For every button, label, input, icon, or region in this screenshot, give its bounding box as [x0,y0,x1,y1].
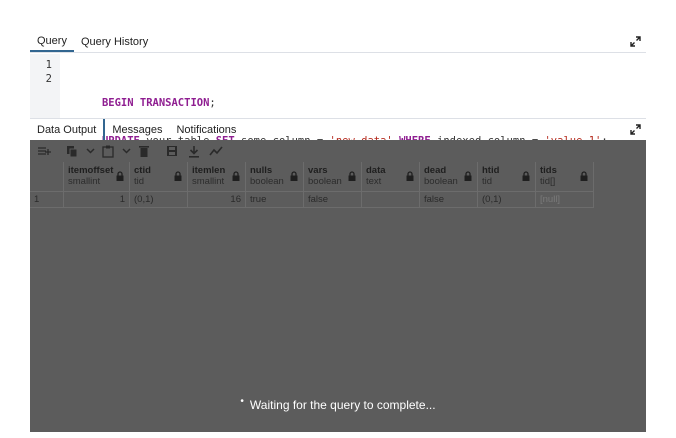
lock-icon [464,171,472,181]
data-toolbar [30,140,646,162]
cell-htid[interactable]: (0,1) [478,192,536,208]
expand-icon [629,36,641,47]
table-row[interactable]: 1 1 (0,1) 16 true false false (0,1) [nul… [30,192,594,208]
paste-icon [102,145,114,158]
cell-vars[interactable]: false [304,192,362,208]
paste-button[interactable] [98,142,118,160]
cell-data[interactable] [362,192,420,208]
lock-icon [174,171,182,181]
download-button[interactable] [184,142,204,160]
chevron-down-icon [85,148,95,154]
expand-editor-button[interactable] [624,31,646,52]
tab-notifications[interactable]: Notifications [169,119,243,140]
lock-icon [522,171,530,181]
delete-icon [139,146,149,157]
column-header-itemlen[interactable]: itemlen smallint [188,162,246,192]
code-line-1: BEGIN TRANSACTION; [64,82,608,109]
status-text: Waiting for the query to complete... [249,398,436,412]
graph-button[interactable] [206,142,226,160]
column-header-ctid[interactable]: ctid tid [130,162,188,192]
add-row-icon [38,147,51,155]
cell-ctid[interactable]: (0,1) [130,192,188,208]
save-data-button[interactable] [162,142,182,160]
row-number[interactable]: 1 [30,192,64,208]
query-tab-bar: Query Query History [30,31,646,53]
sql-punct: ; [209,97,216,109]
lock-icon [290,171,298,181]
paste-options-dropdown[interactable] [120,142,132,160]
column-header-htid[interactable]: htid tid [478,162,536,192]
lock-icon [580,171,588,181]
save-data-icon [167,146,177,156]
copy-button[interactable] [62,142,82,160]
column-header-vars[interactable]: vars boolean [304,162,362,192]
column-header-itemoffset[interactable]: itemoffset smallint [64,162,130,192]
lock-icon [116,171,124,181]
row-number-header [30,162,64,192]
data-output-panel: itemoffset smallint ctid tid itemlen sma… [30,140,646,432]
cell-itemlen[interactable]: 16 [188,192,246,208]
spinner-icon: • [240,396,244,407]
results-grid: itemoffset smallint ctid tid itemlen sma… [30,162,594,208]
chevron-down-icon [121,148,131,154]
tab-data-output[interactable]: Data Output [30,119,106,140]
line-number: 1 [45,59,52,71]
lock-icon [406,171,414,181]
lock-icon [232,171,240,181]
add-row-button[interactable] [34,142,54,160]
expand-icon [629,124,641,135]
sql-keyword: BEGIN TRANSACTION [101,97,210,109]
output-tab-bar: Data Output Messages Notifications [30,118,646,140]
sql-editor[interactable]: 1 2 BEGIN TRANSACTION; UPDATE your_table… [30,54,646,147]
delete-button[interactable] [134,142,154,160]
cell-dead[interactable]: false [420,192,478,208]
code-area[interactable]: BEGIN TRANSACTION; UPDATE your_table SET… [60,54,608,147]
copy-icon [67,145,78,157]
column-header-tids[interactable]: tids tid[] [536,162,594,192]
download-icon [189,145,199,158]
line-number-gutter: 1 2 [30,54,60,118]
loading-status: • Waiting for the query to complete... [30,396,646,412]
grid-header-row: itemoffset smallint ctid tid itemlen sma… [30,162,594,192]
column-header-data[interactable]: data text [362,162,420,192]
column-header-dead[interactable]: dead boolean [420,162,478,192]
line-number: 2 [45,73,52,85]
tab-query[interactable]: Query [30,31,74,52]
column-header-nulls[interactable]: nulls boolean [246,162,304,192]
cell-tids[interactable]: [null] [536,192,594,208]
tab-messages[interactable]: Messages [105,119,169,140]
cell-nulls[interactable]: true [246,192,304,208]
expand-output-button[interactable] [624,119,646,140]
copy-options-dropdown[interactable] [84,142,96,160]
cell-itemoffset[interactable]: 1 [64,192,130,208]
lock-icon [348,171,356,181]
graph-icon [209,146,223,156]
tab-query-history[interactable]: Query History [74,31,155,52]
